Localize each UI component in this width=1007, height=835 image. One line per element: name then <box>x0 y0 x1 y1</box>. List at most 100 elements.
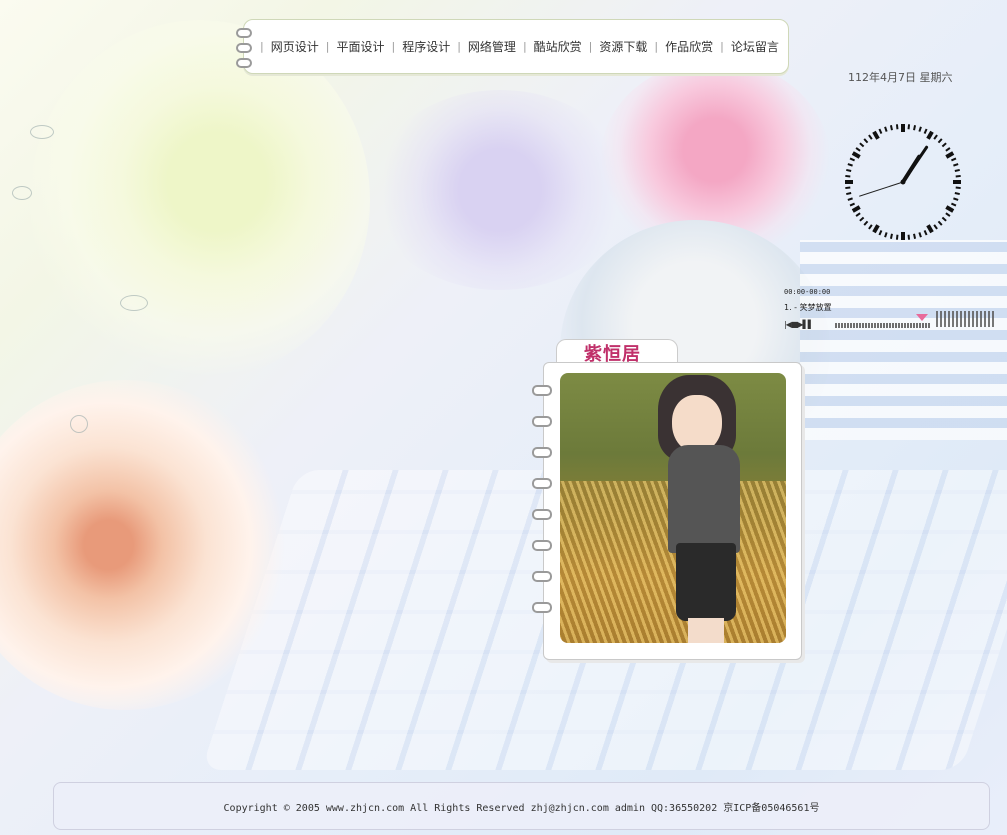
binder-rings <box>236 28 252 68</box>
clock-tick <box>895 124 899 130</box>
clock-second-hand <box>859 181 904 197</box>
nav-item-network-admin[interactable]: 网络管理 <box>461 38 523 55</box>
clock-tick <box>889 233 893 239</box>
clock-tick <box>941 142 947 148</box>
rose-flower-decoration <box>0 380 290 710</box>
nav-item-cool-sites[interactable]: 酷站欣赏 <box>527 38 589 55</box>
clock-tick <box>878 128 883 134</box>
binder-ring-icon <box>532 416 552 427</box>
nav-item-downloads[interactable]: 资源下载 <box>592 38 654 55</box>
clock-tick <box>889 125 893 131</box>
clock-tick <box>918 126 922 132</box>
clock-tick <box>851 205 861 213</box>
nav-item-portfolio[interactable]: 作品欣赏 <box>658 38 720 55</box>
player-time: 00:00-00:00 <box>784 288 831 296</box>
binder-ring-icon <box>532 385 552 396</box>
binder-ring-icon <box>236 43 252 53</box>
nav-item-graphic-design[interactable]: 平面设计 <box>329 38 391 55</box>
window-blinds-decoration <box>800 240 1007 440</box>
clock-tick <box>847 163 853 167</box>
clock-tick <box>945 147 951 152</box>
clock-tick <box>937 220 943 226</box>
clock-tick <box>913 125 917 131</box>
clock-tick <box>955 174 961 178</box>
clock-tick <box>913 233 917 239</box>
analog-clock-icon <box>845 124 961 240</box>
clock-tick <box>859 142 865 148</box>
clock-tick <box>954 192 960 196</box>
player-track-title: 1. - 笑梦放置 <box>784 303 832 312</box>
clock-tick <box>937 138 943 144</box>
girl-sweater <box>668 445 740 553</box>
clock-tick <box>945 205 955 213</box>
clock-tick <box>895 234 899 240</box>
tulip-flower-decoration <box>600 60 830 260</box>
clock-tick <box>951 157 957 162</box>
clock-tick <box>846 168 852 172</box>
nav-item-forum[interactable]: 论坛留言 <box>724 38 786 55</box>
girl-legs <box>688 618 724 643</box>
clock-tick <box>907 234 911 240</box>
current-date: 112年4月7日 星期六 <box>848 71 953 84</box>
clock-tick <box>849 157 855 162</box>
volume-bars-icon[interactable] <box>936 311 996 327</box>
clock-tick <box>953 197 959 201</box>
nav-item-programming[interactable]: 程序设计 <box>395 38 457 55</box>
card-binder-rings <box>532 385 552 613</box>
binder-ring-icon <box>532 509 552 520</box>
binder-ring-icon <box>532 571 552 582</box>
clock-tick <box>926 224 934 234</box>
clock-tick <box>953 163 959 167</box>
clock-tick <box>951 202 957 207</box>
clock-tick <box>926 130 934 140</box>
girl-skirt <box>676 543 736 621</box>
copyright-text: Copyright © 2005 www.zhjcn.com All Right… <box>223 802 820 814</box>
water-drop-icon <box>12 186 32 200</box>
water-drop-icon <box>120 295 148 311</box>
binder-ring-icon <box>236 58 252 68</box>
clock-tick <box>907 124 911 130</box>
binder-ring-icon <box>532 447 552 458</box>
clock-tick <box>868 134 873 140</box>
clock-minute-hand <box>901 145 929 184</box>
water-drop-icon <box>30 125 54 139</box>
progress-marker-icon[interactable] <box>916 314 928 321</box>
player-controls[interactable]: |◀■▶▌▌ <box>784 320 814 329</box>
footer: Copyright © 2005 www.zhjcn.com All Right… <box>53 782 990 830</box>
clock-tick <box>933 134 938 140</box>
clock-tick <box>872 130 880 140</box>
clock-tick <box>851 151 861 159</box>
clock-tick <box>863 138 869 144</box>
clock-tick <box>845 186 851 190</box>
clock-tick <box>863 220 869 226</box>
clock-tick <box>849 202 855 207</box>
clock-tick <box>884 232 888 238</box>
anime-girl-photo[interactable] <box>560 373 786 643</box>
clock-tick <box>923 128 928 134</box>
top-navigation: | 网页设计 | 平面设计 | 程序设计 | 网络管理 | 酷站欣赏 | 资源下… <box>236 19 789 74</box>
clock-tick <box>845 174 851 178</box>
clock-tick <box>954 168 960 172</box>
clock-tick <box>945 151 955 159</box>
nav-item-web-design[interactable]: 网页设计 <box>264 38 326 55</box>
clock-tick <box>872 224 880 234</box>
binder-ring-icon <box>532 602 552 613</box>
lily-flower-decoration <box>30 20 370 380</box>
clock-tick <box>933 224 938 230</box>
clock-tick <box>884 126 888 132</box>
clock-tick <box>855 147 861 152</box>
clock-tick <box>847 197 853 201</box>
binder-ring-icon <box>236 28 252 38</box>
binder-ring-icon <box>532 478 552 489</box>
clock-tick <box>945 212 951 217</box>
clock-tick <box>941 216 947 222</box>
clock-tick <box>878 230 883 236</box>
clock-tick <box>855 212 861 217</box>
clock-tick <box>923 230 928 236</box>
player-progress-bar[interactable] <box>835 323 930 328</box>
lilac-flower-decoration <box>370 90 630 290</box>
clock-tick <box>955 186 961 190</box>
clock-tick <box>846 192 852 196</box>
water-drop-icon <box>70 415 88 433</box>
clock-tick <box>918 232 922 238</box>
